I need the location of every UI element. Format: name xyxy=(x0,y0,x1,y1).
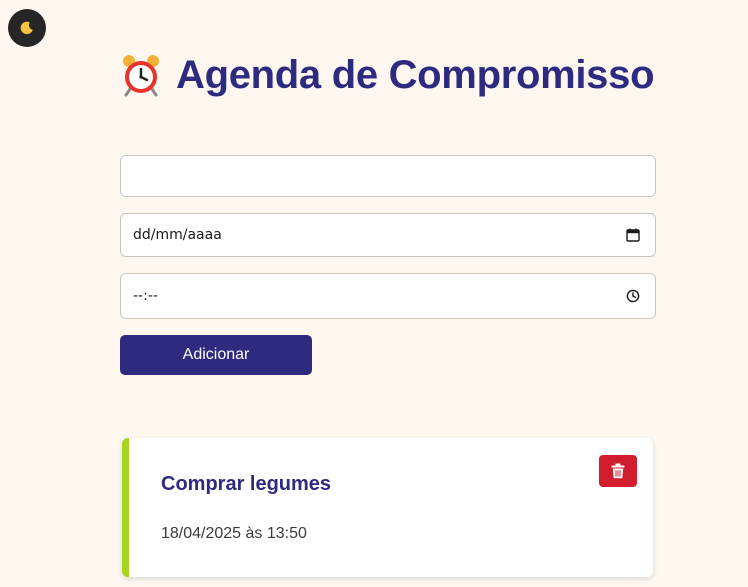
page-title: Agenda de Compromisso xyxy=(176,52,655,97)
page-header: Agenda de Compromisso xyxy=(121,50,655,100)
appointment-title: Comprar legumes xyxy=(161,473,332,495)
time-field[interactable]: --:-- xyxy=(120,273,656,319)
date-input-value[interactable]: dd/mm/aaaa xyxy=(133,227,625,243)
alarm-clock-icon xyxy=(123,55,159,97)
trash-icon xyxy=(611,463,625,479)
time-input-value[interactable]: --:-- xyxy=(133,288,625,304)
calendar-icon[interactable] xyxy=(625,227,641,243)
date-field[interactable]: dd/mm/aaaa xyxy=(120,213,656,257)
theme-toggle-button[interactable] xyxy=(8,9,46,47)
title-input[interactable] xyxy=(133,156,641,196)
clock-icon[interactable] xyxy=(625,288,641,304)
moon-icon xyxy=(20,21,33,35)
title-field[interactable] xyxy=(120,155,656,197)
add-button[interactable]: Adicionar xyxy=(120,335,312,375)
delete-button[interactable] xyxy=(599,455,637,487)
appointment-datetime: 18/04/2025 às 13:50 xyxy=(161,525,307,542)
appointment-card: Comprar legumes 18/04/2025 às 13:50 xyxy=(122,438,653,577)
